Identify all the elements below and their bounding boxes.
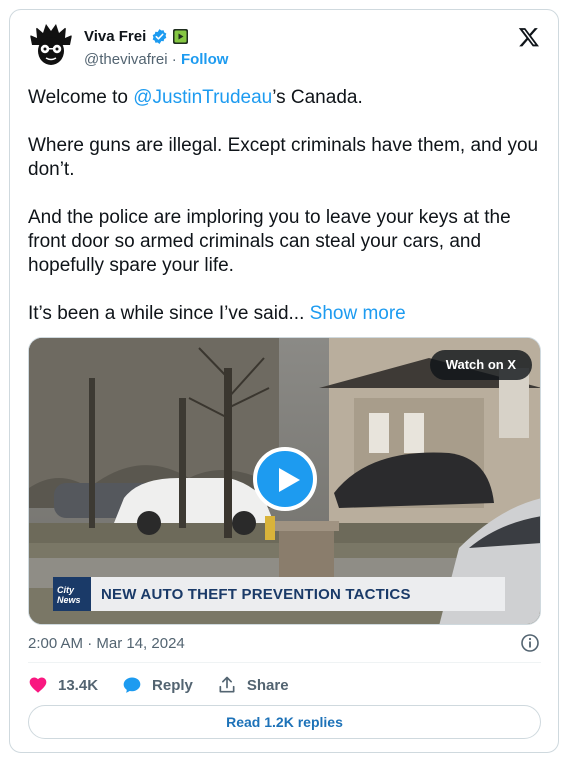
p4-text: It’s been a while since I’ve said...: [28, 303, 310, 324]
reply-button[interactable]: Reply: [122, 675, 193, 695]
heart-icon: [29, 677, 47, 693]
share-label: Share: [246, 676, 289, 694]
like-button[interactable]: 13.4K: [28, 675, 98, 695]
news-lower-third: City News NEW AUTO THEFT PREVENTION TACTI…: [53, 577, 505, 611]
verified-badge-icon: [151, 28, 168, 45]
play-icon: [279, 468, 300, 492]
news-logo-line2: News: [57, 595, 81, 605]
p1-prefix: Welcome to: [28, 87, 134, 108]
tweet-paragraph-4: It’s been a while since I’ve said... Sho…: [28, 302, 548, 326]
author-name[interactable]: Viva Frei: [84, 28, 146, 45]
tweet-paragraph-1: Welcome to @JustinTrudeau’s Canada.: [28, 86, 548, 110]
share-button[interactable]: Share: [217, 675, 289, 695]
tweet-card: Viva Frei @thevivafrei · Follow Welcome …: [9, 9, 559, 753]
author-name-row: Viva Frei: [84, 28, 189, 45]
divider: [28, 662, 541, 663]
citynews-logo: City News: [53, 577, 91, 611]
show-more-link[interactable]: Show more: [310, 303, 406, 324]
read-replies-button[interactable]: Read 1.2K replies: [28, 705, 541, 739]
reply-label: Reply: [152, 676, 193, 694]
action-bar: 13.4K Reply Share: [28, 675, 313, 695]
x-logo-icon[interactable]: [518, 26, 540, 48]
like-count: 13.4K: [58, 676, 99, 694]
avatar[interactable]: [28, 23, 74, 69]
p1-suffix: ’s Canada.: [272, 87, 363, 108]
timestamp[interactable]: 2:00 AM · Mar 14, 2024: [28, 635, 185, 652]
news-headline: NEW AUTO THEFT PREVENTION TACTICS: [101, 585, 411, 603]
author-handle[interactable]: @thevivafrei: [84, 51, 168, 68]
tweet-paragraph-2: Where guns are illegal. Except criminals…: [28, 135, 539, 180]
mention-link[interactable]: @JustinTrudeau: [133, 87, 272, 108]
news-logo-line1: City: [57, 585, 75, 595]
video-player[interactable]: Watch on X City News NEW AUTO THEFT PREVE…: [28, 337, 541, 625]
follow-button[interactable]: Follow: [181, 51, 229, 68]
watch-on-x-button[interactable]: Watch on X: [429, 350, 532, 380]
tweet-text: Welcome to @JustinTrudeau’s Canada. Wher…: [28, 86, 548, 326]
tweet-paragraph-3: And the police are imploring you to leav…: [28, 207, 511, 276]
rumble-icon: [173, 29, 189, 44]
info-icon[interactable]: [520, 633, 540, 653]
play-button[interactable]: [253, 447, 317, 511]
separator: ·: [167, 51, 181, 68]
share-icon: [219, 676, 235, 693]
handle-row: @thevivafrei · Follow: [84, 51, 228, 68]
reply-bubble-icon: [123, 677, 141, 693]
